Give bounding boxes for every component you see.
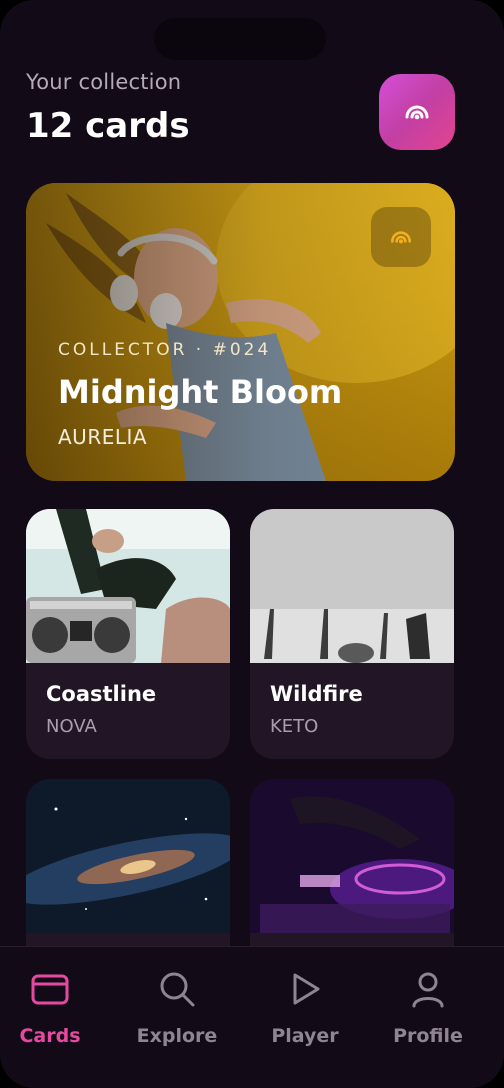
nfc-scan-button[interactable] xyxy=(379,74,455,150)
card-icon xyxy=(31,974,69,1005)
collection-subtitle: Your collection xyxy=(26,70,182,94)
tab-label: Explore xyxy=(136,1025,218,1047)
play-icon xyxy=(293,973,320,1005)
camera-notch xyxy=(154,18,326,60)
featured-card[interactable]: COLLECTOR · #024 Midnight Bloom AURELIA xyxy=(26,183,455,481)
featured-nfc-badge xyxy=(371,207,431,267)
nfc-signal-icon xyxy=(391,231,411,244)
app-screen: Your collection 12 cards COLLECTOR · #02… xyxy=(0,0,504,1088)
card-artwork xyxy=(26,509,230,663)
card-title: Wildfire xyxy=(270,682,363,706)
tab-cards[interactable]: Cards xyxy=(0,969,105,1049)
search-icon xyxy=(160,972,195,1007)
nfc-signal-icon xyxy=(405,105,429,120)
page-title: 12 cards xyxy=(26,106,190,146)
collection-card[interactable]: Wildfire KETO xyxy=(250,509,454,759)
featured-card-title: Midnight Bloom xyxy=(58,373,343,411)
tab-profile[interactable]: Profile xyxy=(373,969,483,1049)
card-artist: NOVA xyxy=(46,716,97,737)
tab-explore[interactable]: Explore xyxy=(122,969,232,1049)
tab-label: Profile xyxy=(393,1025,463,1047)
tab-player[interactable]: Player xyxy=(250,969,360,1049)
card-artwork xyxy=(250,779,454,933)
card-title: Coastline xyxy=(46,682,157,706)
user-icon xyxy=(412,972,444,1008)
featured-card-artist: AURELIA xyxy=(58,425,148,449)
bottom-tab-bar: Cards Explore Player Profile xyxy=(0,946,504,1088)
card-artwork xyxy=(250,509,454,663)
tab-label: Cards xyxy=(19,1025,81,1047)
card-artwork xyxy=(26,779,230,933)
tab-label: Player xyxy=(271,1025,339,1047)
collection-card[interactable]: Coastline NOVA xyxy=(26,509,230,759)
featured-card-meta: COLLECTOR · #024 xyxy=(58,340,272,360)
card-artist: KETO xyxy=(270,716,319,737)
